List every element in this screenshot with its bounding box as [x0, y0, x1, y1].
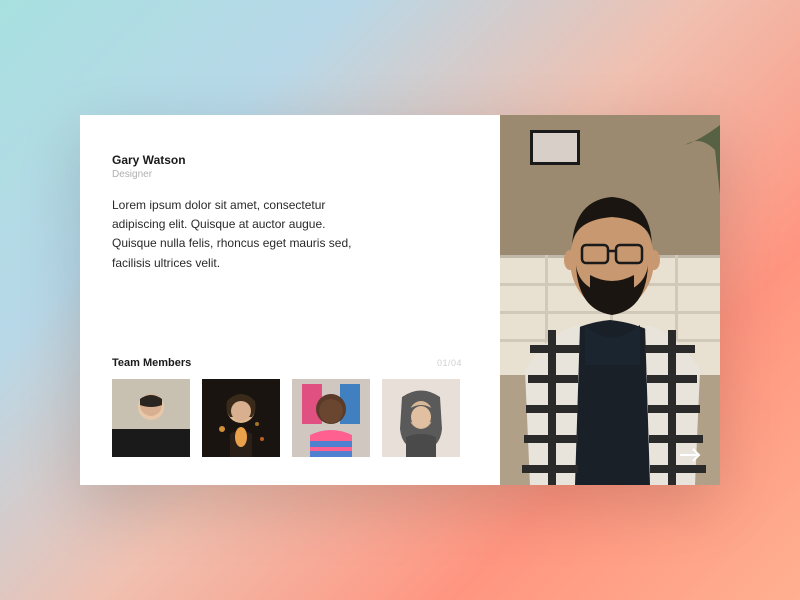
team-member-4[interactable]: [382, 379, 460, 457]
profile-info-panel: Gary Watson Designer Lorem ipsum dolor s…: [80, 115, 500, 485]
team-section: Team Members 01/04: [112, 357, 468, 457]
team-label: Team Members: [112, 357, 191, 369]
team-counter: 01/04: [437, 358, 462, 368]
profile-role: Designer: [112, 169, 468, 180]
profile-name: Gary Watson: [112, 153, 468, 167]
next-button[interactable]: [676, 441, 704, 469]
team-member-3[interactable]: [292, 379, 370, 457]
profile-photo-panel: [500, 115, 720, 485]
team-member-2[interactable]: [202, 379, 280, 457]
profile-photo: [500, 115, 720, 485]
arrow-right-icon: [679, 448, 701, 462]
profile-card: Gary Watson Designer Lorem ipsum dolor s…: [80, 115, 720, 485]
team-member-1[interactable]: [112, 379, 190, 457]
team-header: Team Members 01/04: [112, 357, 468, 369]
team-thumbnails: [112, 379, 468, 457]
profile-bio: Lorem ipsum dolor sit amet, consectetur …: [112, 196, 372, 273]
